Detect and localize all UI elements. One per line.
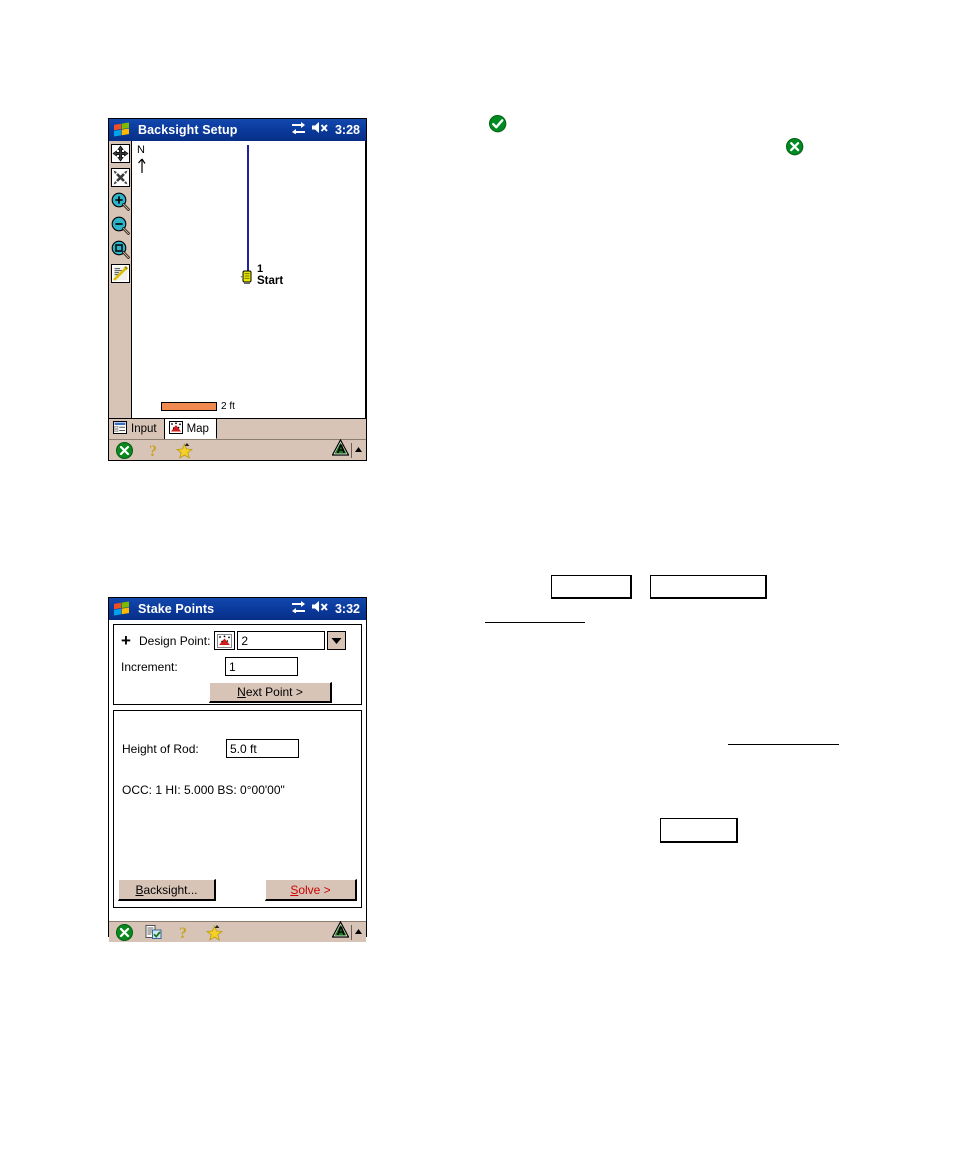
- plus-icon: +: [121, 630, 131, 650]
- svg-text:N: N: [137, 144, 145, 156]
- rod-and-setup-panel: Height of Rod: 5.0 ft OCC: 1 HI: 5.000 B…: [113, 710, 362, 908]
- map-canvas[interactable]: N 1 Start 2 ft: [133, 141, 366, 418]
- height-of-rod-input[interactable]: 5.0 ft: [226, 739, 299, 758]
- stake-points-window: Stake Points 3:32 + Design Point: 2 Incr…: [108, 597, 367, 942]
- favorites-button[interactable]: [199, 924, 229, 941]
- increment-row: Increment: 1: [121, 657, 354, 676]
- close-button[interactable]: [109, 923, 139, 941]
- scale-bar-swatch: [161, 402, 217, 411]
- next-point-button-label: Next Point >: [237, 685, 303, 699]
- increment-label: Increment:: [121, 659, 178, 674]
- volume-mute-icon[interactable]: [311, 600, 330, 618]
- svg-text:?: ?: [179, 925, 187, 941]
- design-point-dropdown-button[interactable]: [327, 631, 347, 650]
- window-title: Stake Points: [138, 602, 215, 616]
- design-point-label: Design Point:: [139, 633, 211, 648]
- clock: 3:32: [334, 602, 360, 616]
- map-points-icon: [168, 420, 183, 437]
- tab-input[interactable]: Input: [109, 419, 165, 439]
- svg-text:?: ?: [149, 443, 157, 459]
- survey-line: [247, 145, 249, 271]
- scale-bar-label: 2 ft: [221, 401, 235, 412]
- increment-input[interactable]: 1: [225, 657, 298, 676]
- titlebar-status-area: 3:32: [291, 600, 366, 618]
- underline-1: [485, 622, 585, 623]
- statusbar: ? A: [109, 920, 366, 943]
- backsight-button-label: Backsight...: [135, 882, 198, 897]
- height-of-rod-label: Height of Rod:: [122, 741, 199, 756]
- statusbar-right: A: [331, 920, 366, 943]
- statusbar-right: A: [331, 438, 366, 461]
- favorites-button[interactable]: [169, 442, 199, 459]
- svg-text:A: A: [337, 442, 346, 456]
- clock: 3:28: [334, 123, 360, 137]
- height-of-rod-row: Height of Rod: 5.0 ft: [122, 739, 299, 758]
- svg-text:A: A: [337, 924, 346, 938]
- form-body: + Design Point: 2 Increment: 1 Next Poin…: [109, 624, 366, 921]
- green-check-icon: [489, 115, 508, 139]
- windows-flag-icon[interactable]: [110, 599, 132, 619]
- statusbar: ? A: [109, 438, 366, 461]
- design-point-group: + Design Point: 2 Increment: 1 Next Poin…: [113, 624, 362, 705]
- zoom-in-button[interactable]: [110, 189, 131, 213]
- statusbar-divider: [351, 442, 352, 458]
- point-number-label: 1: [257, 263, 264, 275]
- backsight-setup-window: Backsight Setup 3:28 N 1 Start 2 ft Inpu…: [108, 118, 367, 461]
- annotate-tool-button[interactable]: [110, 261, 131, 285]
- list-check-button[interactable]: [139, 924, 169, 941]
- volume-mute-icon[interactable]: [311, 121, 330, 139]
- zoom-extents-button[interactable]: [110, 165, 131, 189]
- page-canvas: Backsight Setup 3:28 N 1 Start 2 ft Inpu…: [0, 0, 954, 1159]
- green-x-icon: [786, 138, 805, 162]
- titlebar-status-area: 3:28: [291, 121, 366, 139]
- close-button[interactable]: [109, 441, 139, 459]
- button-outline-1: [551, 575, 632, 599]
- zoom-out-button[interactable]: [110, 213, 131, 237]
- design-point-row: + Design Point: 2: [121, 631, 354, 650]
- map-toolbar: [109, 141, 132, 418]
- backsight-button[interactable]: Backsight...: [118, 879, 216, 901]
- windows-flag-icon[interactable]: [110, 120, 132, 140]
- tabstrip-filler: [216, 419, 366, 439]
- map-view: N 1 Start 2 ft: [109, 141, 366, 418]
- next-point-row: Next Point >: [121, 682, 354, 703]
- chevron-up-icon[interactable]: [354, 923, 363, 941]
- solve-button-label: Solve >: [290, 882, 331, 897]
- help-button[interactable]: ?: [139, 442, 169, 459]
- titlebar: Backsight Setup 3:28: [109, 119, 366, 141]
- tabstrip: Input Map: [109, 418, 366, 439]
- next-point-button[interactable]: Next Point >: [209, 682, 332, 703]
- point-marker-icon[interactable]: [239, 269, 257, 292]
- statusbar-divider: [351, 924, 352, 940]
- scale-bar: 2 ft: [161, 401, 235, 412]
- form-input-icon: [113, 421, 127, 437]
- point-name-label: Start: [257, 275, 284, 287]
- tab-map[interactable]: Map: [164, 419, 217, 439]
- occupy-status-text: OCC: 1 HI: 5.000 BS: 0°00'00": [122, 783, 285, 797]
- solve-button[interactable]: Solve >: [265, 879, 357, 901]
- chevron-up-icon[interactable]: [354, 441, 363, 459]
- zoom-window-button[interactable]: [110, 237, 131, 261]
- pan-tool-button[interactable]: [110, 141, 131, 165]
- titlebar: Stake Points 3:32: [109, 598, 366, 620]
- tab-map-label: Map: [186, 422, 209, 435]
- tab-input-label: Input: [131, 423, 157, 435]
- north-arrow-icon: N: [137, 143, 157, 180]
- button-outline-3: [660, 818, 738, 843]
- window-title: Backsight Setup: [138, 123, 238, 137]
- letter-a-triangle-icon[interactable]: A: [331, 920, 350, 943]
- connectivity-icon[interactable]: [291, 600, 306, 618]
- map-pick-button[interactable]: [214, 631, 236, 650]
- help-button[interactable]: ?: [169, 924, 199, 941]
- letter-a-triangle-icon[interactable]: A: [331, 438, 350, 461]
- button-outline-2: [650, 575, 767, 599]
- underline-2: [728, 744, 839, 745]
- connectivity-icon[interactable]: [291, 121, 306, 139]
- design-point-input[interactable]: 2: [237, 631, 326, 650]
